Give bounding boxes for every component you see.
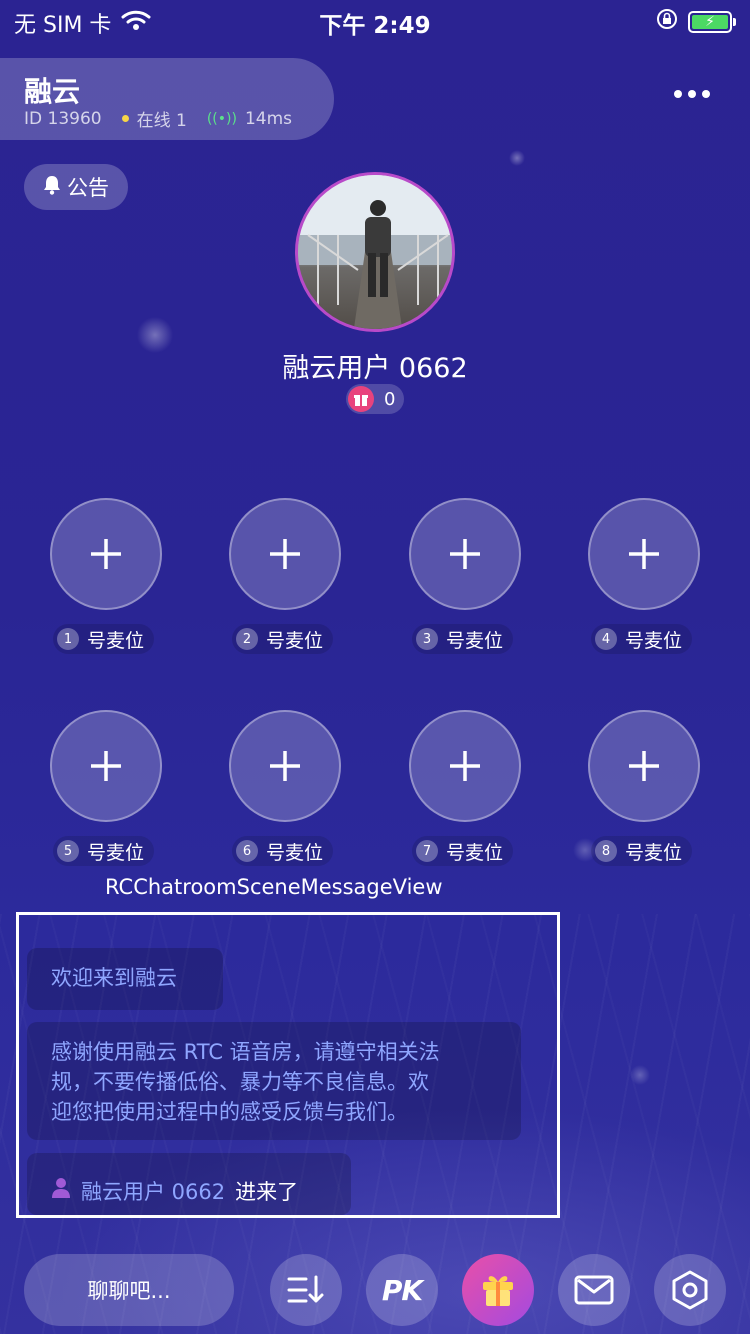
request-seat-list-button[interactable] (270, 1254, 342, 1326)
seat-number: 8 (595, 840, 617, 862)
seat-number: 6 (236, 840, 258, 862)
seat-add-button[interactable] (588, 710, 700, 822)
status-bar: 无 SIM 卡 下午 2:49 ⚡ (0, 0, 750, 40)
seat-number: 4 (595, 628, 617, 650)
seat-add-button[interactable] (229, 710, 341, 822)
seat-add-button[interactable] (409, 710, 521, 822)
host-name: 融云用户 0662 (282, 353, 468, 384)
latency: 14ms (244, 108, 292, 129)
plus-icon (629, 751, 659, 781)
seat-2[interactable]: 2 号麦位 (229, 498, 341, 654)
battery-icon: ⚡ (688, 11, 736, 33)
room-name: 融云 (24, 75, 81, 108)
seat-add-button[interactable] (50, 710, 162, 822)
settings-button[interactable] (654, 1254, 726, 1326)
message-view-title: RCChatroomSceneMessageView (105, 875, 443, 899)
chat-placeholder: 聊聊吧... (87, 1279, 171, 1303)
seat-3[interactable]: 3 号麦位 (409, 498, 521, 654)
settings-icon (672, 1270, 708, 1310)
plus-icon (270, 539, 300, 569)
message-welcome: 欢迎来到融云 (27, 948, 223, 1010)
pk-button[interactable]: PK (366, 1254, 438, 1326)
notice-line-1: 感谢使用融云 RTC 语音房，请遵守相关法 (51, 1040, 440, 1064)
more-menu-button[interactable] (674, 90, 710, 98)
seat-5[interactable]: 5 号麦位 (50, 710, 162, 866)
seat-add-button[interactable] (588, 498, 700, 610)
notice-line-2: 规，不要传播低俗、暴力等不良信息。欢 (51, 1070, 429, 1094)
seat-number: 7 (416, 840, 438, 862)
welcome-text: 欢迎来到融云 (51, 966, 177, 990)
seat-7[interactable]: 7 号麦位 (409, 710, 521, 866)
seat-label: 号麦位 (625, 629, 683, 652)
more-icon (674, 90, 682, 98)
gift-button[interactable] (462, 1254, 534, 1326)
seat-add-button[interactable] (409, 498, 521, 610)
plus-icon (629, 539, 659, 569)
seat-4[interactable]: 4 号麦位 (588, 498, 700, 654)
plus-icon (91, 751, 121, 781)
seat-6[interactable]: 6 号麦位 (229, 710, 341, 866)
messages-button[interactable] (558, 1254, 630, 1326)
message-notice: 感谢使用融云 RTC 语音房，请遵守相关法 规，不要传播低俗、暴力等不良信息。欢… (27, 1022, 521, 1140)
plus-icon (91, 539, 121, 569)
seat-label: 号麦位 (87, 841, 145, 864)
gift-box-icon (483, 1276, 513, 1306)
joined-suffix: 进来了 (235, 1179, 299, 1204)
seat-label: 号麦位 (87, 629, 145, 652)
seat-queue-icon (287, 1275, 324, 1303)
online-count: 在线 1 (136, 111, 187, 131)
host-gift-counter: 0 (346, 384, 404, 414)
seat-8[interactable]: 8 号麦位 (588, 710, 700, 866)
chat-input-button[interactable]: 聊聊吧... (24, 1254, 234, 1326)
online-dot-icon (121, 115, 129, 122)
notice-button[interactable]: 公告 (24, 164, 128, 210)
signal-icon: ((•)) (206, 110, 237, 127)
seat-add-button[interactable] (50, 498, 162, 610)
host-avatar[interactable] (295, 172, 455, 332)
seat-label: 号麦位 (446, 841, 504, 864)
pk-label: PK (381, 1273, 423, 1307)
message-view[interactable]: 欢迎来到融云 感谢使用融云 RTC 语音房，请遵守相关法 规，不要传播低俗、暴力… (16, 912, 560, 1218)
host-avatar-image (298, 175, 452, 329)
seat-label: 号麦位 (446, 629, 504, 652)
plus-icon (450, 751, 480, 781)
seat-1[interactable]: 1 号麦位 (50, 498, 162, 654)
notice-line-3: 迎您把使用过程中的感受反馈与我们。 (51, 1100, 408, 1124)
orientation-lock-icon (656, 8, 678, 36)
seat-number: 1 (57, 628, 79, 650)
seat-label: 号麦位 (266, 629, 324, 652)
clock: 下午 2:49 (319, 13, 431, 39)
user-icon (51, 1177, 71, 1207)
room-id: ID 13960 (24, 108, 102, 129)
seat-add-button[interactable] (229, 498, 341, 610)
gift-count: 0 (384, 388, 396, 410)
joined-user-name[interactable]: 融云用户 0662 (81, 1177, 225, 1207)
room-info-card[interactable]: 融云 ID 13960 在线 1 ((•)) 14ms (0, 58, 334, 140)
seat-number: 3 (416, 628, 438, 650)
seat-number: 5 (57, 840, 79, 862)
seat-number: 2 (236, 628, 258, 650)
plus-icon (270, 751, 300, 781)
plus-icon (450, 539, 480, 569)
message-user-joined: 融云用户 0662 进来了 (27, 1153, 351, 1215)
bell-icon (43, 175, 61, 200)
seat-label: 号麦位 (266, 841, 324, 864)
gift-icon (348, 386, 374, 412)
mail-icon (574, 1275, 614, 1305)
notice-label: 公告 (67, 176, 109, 200)
seat-label: 号麦位 (625, 841, 683, 864)
